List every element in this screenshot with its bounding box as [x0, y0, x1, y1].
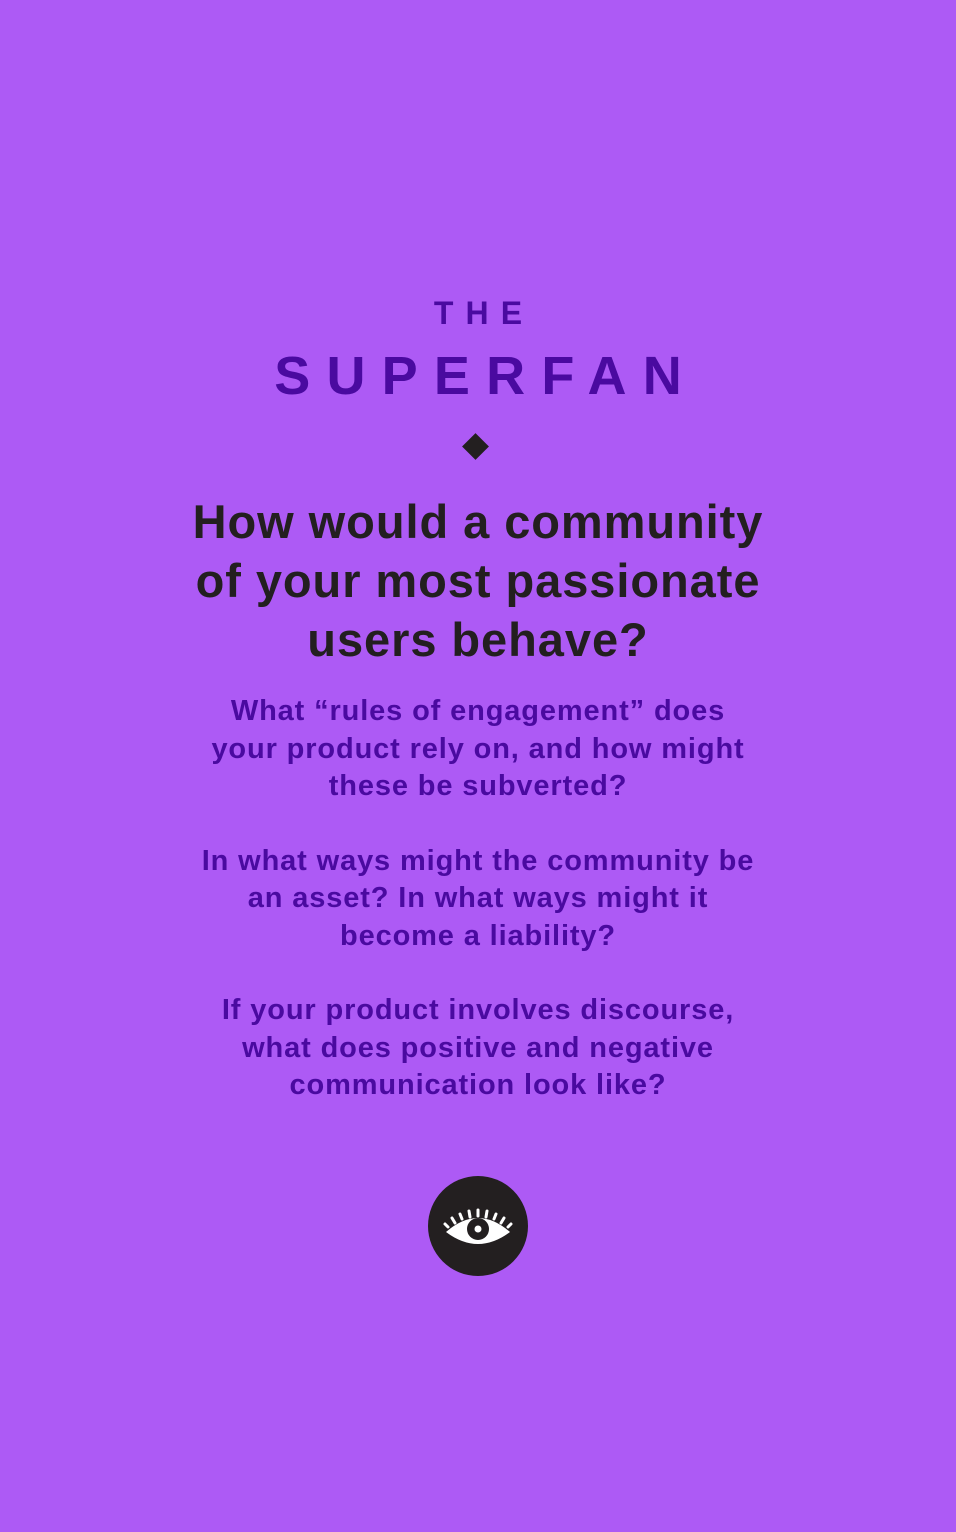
question: What “rules of engagement” does your pro…: [0, 693, 956, 806]
headline-line: of your most passionate: [195, 554, 761, 607]
eye-icon: [428, 1176, 528, 1276]
card-title: SUPERFAN: [274, 346, 698, 406]
question-list: What “rules of engagement” does your pro…: [0, 693, 956, 1142]
question: In what ways might the community be an a…: [0, 843, 956, 956]
headline-line: users behave?: [307, 613, 649, 666]
question: If your product involves discourse, what…: [0, 992, 956, 1105]
diamond-divider-icon: [462, 433, 489, 460]
card-kicker: THE: [433, 295, 535, 331]
question-line: become a liability?: [339, 919, 616, 952]
question-line: your product rely on, and how might: [211, 732, 745, 765]
question-line: In what ways might the community be: [201, 844, 755, 877]
question-line: what does positive and negative: [242, 1031, 714, 1064]
question-line: communication look like?: [289, 1069, 667, 1101]
headline: How would a community of your most passi…: [0, 492, 956, 669]
question-line: these be subverted?: [328, 770, 628, 802]
question-line: If your product involves discourse,: [221, 994, 735, 1026]
question-line: an asset? In what ways might it: [247, 882, 709, 914]
headline-line: How would a community: [192, 495, 764, 548]
question-line: What “rules of engagement” does: [230, 695, 726, 727]
